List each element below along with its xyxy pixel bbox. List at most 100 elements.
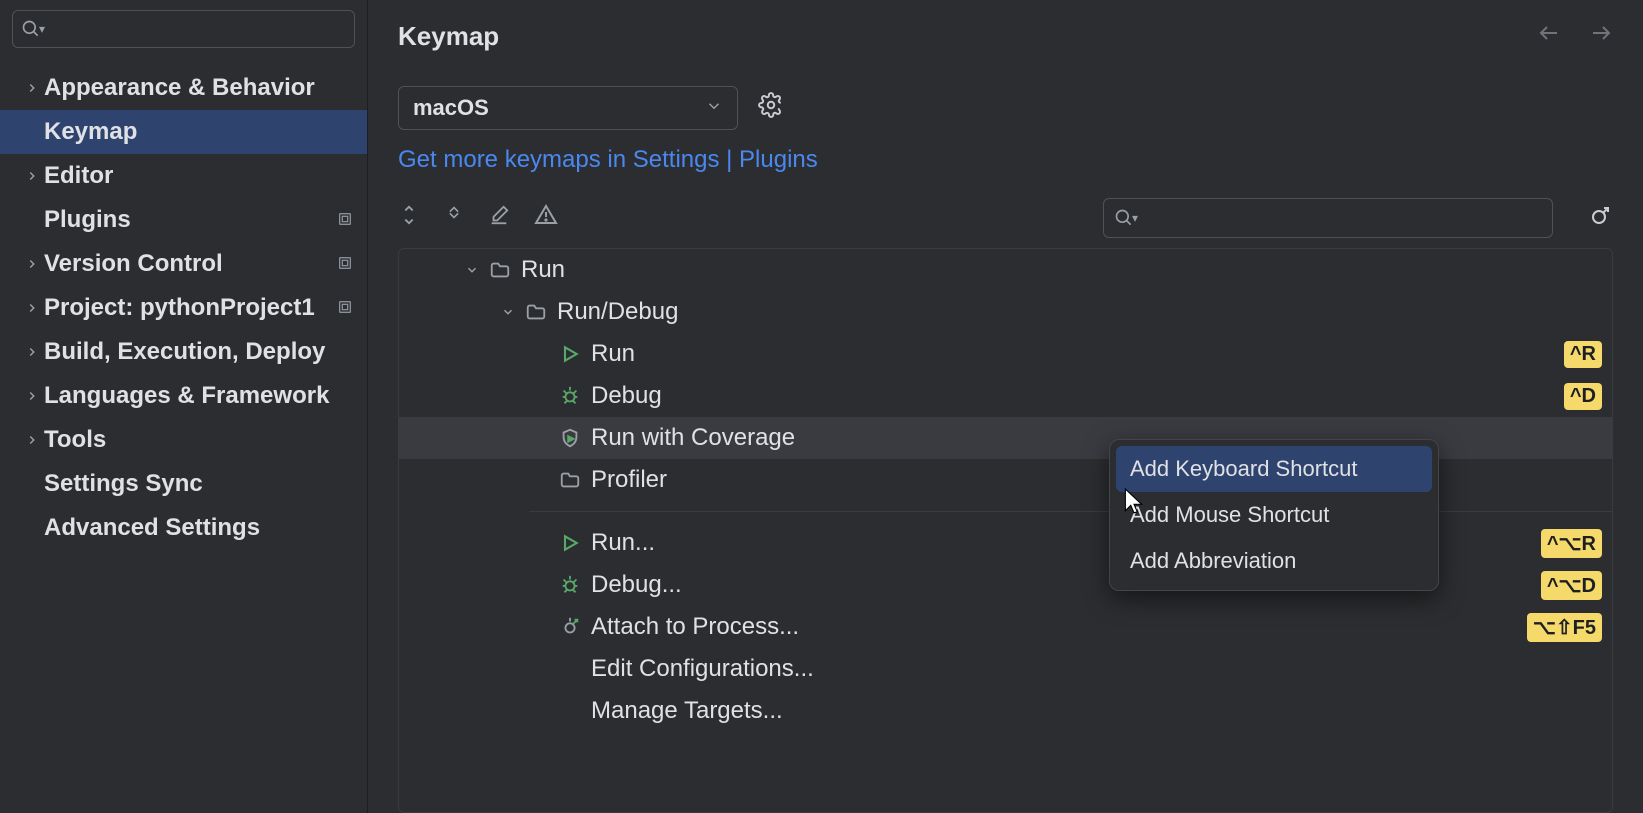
chevron-right-icon [20, 301, 44, 315]
chevron-down-icon [495, 305, 521, 319]
dropdown-caret-icon: ▾ [39, 22, 45, 36]
sidebar-item-settings-sync[interactable]: Settings Sync [0, 462, 367, 506]
sidebar-search-input[interactable] [51, 18, 346, 41]
main-panel: Keymap macOS Get more keymaps in Setting… [368, 0, 1643, 813]
action-row-debug[interactable]: Debug^D [399, 375, 1612, 417]
sidebar-item-label: Tools [44, 426, 353, 454]
settings-header: Keymap [368, 0, 1643, 72]
sidebar-item-label: Advanced Settings [44, 514, 353, 542]
shortcut-badge: ⌥⇧F5 [1527, 613, 1602, 642]
action-row-run[interactable]: Run [399, 249, 1612, 291]
context-item-add-abbreviation[interactable]: Add Abbreviation [1116, 538, 1432, 584]
coverage-icon [555, 427, 585, 449]
page-title: Keymap [398, 21, 1537, 52]
chevron-right-icon [20, 433, 44, 447]
action-row-attach-to-process-[interactable]: Attach to Process...⌥⇧F5 [399, 606, 1612, 648]
chevron-right-icon [20, 345, 44, 359]
action-search[interactable]: ▾ [1103, 198, 1553, 238]
debug-icon [555, 574, 585, 596]
action-search-input[interactable] [1144, 207, 1542, 230]
action-label: Profiler [585, 466, 1602, 494]
action-label: Attach to Process... [585, 613, 1527, 641]
run-icon [555, 344, 585, 364]
context-item-add-mouse-shortcut[interactable]: Add Mouse Shortcut [1116, 492, 1432, 538]
chevron-right-icon [20, 169, 44, 183]
search-icon [21, 19, 41, 39]
sidebar-item-advanced-settings[interactable]: Advanced Settings [0, 506, 367, 550]
project-scope-icon [337, 294, 353, 322]
sidebar-item-label: Editor [44, 162, 353, 190]
sidebar-item-appearance-behavior[interactable]: Appearance & Behavior [0, 66, 367, 110]
chevron-down-icon [705, 95, 723, 121]
action-label: Edit Configurations... [585, 655, 1602, 683]
action-row-run[interactable]: Run^R [399, 333, 1612, 375]
divider [529, 511, 1612, 512]
sidebar-item-project-pythonproject1[interactable]: Project: pythonProject1 [0, 286, 367, 330]
sidebar-item-label: Version Control [44, 250, 331, 278]
chevron-right-icon [20, 81, 44, 95]
action-label: Run with Coverage [585, 424, 1602, 452]
forward-button[interactable] [1589, 21, 1613, 51]
sidebar-item-label: Languages & Framework [44, 382, 353, 410]
sidebar-item-plugins[interactable]: Plugins [0, 198, 367, 242]
run-icon [555, 533, 585, 553]
action-label: Run [585, 340, 1564, 368]
action-row-edit-configurations-[interactable]: Edit Configurations... [399, 648, 1612, 690]
action-row-manage-targets-[interactable]: Manage Targets... [399, 690, 1612, 732]
expand-collapse-button[interactable] [398, 204, 420, 232]
find-by-shortcut-button[interactable] [1589, 203, 1613, 233]
sidebar-tree: Appearance & Behavior Keymap Editor Plugins… [0, 58, 367, 813]
sidebar-item-label: Project: pythonProject1 [44, 294, 331, 322]
sidebar-item-label: Build, Execution, Deploy [44, 338, 353, 366]
sidebar-item-label: Plugins [44, 206, 331, 234]
folder-open-icon [521, 301, 551, 323]
keymap-toolbar-icons [398, 203, 558, 233]
keymap-controls: macOS [368, 72, 1643, 140]
keymap-dropdown[interactable]: macOS [398, 86, 738, 130]
chevron-right-icon [20, 257, 44, 271]
action-label: Run/Debug [551, 298, 1602, 326]
keymap-link-row: Get more keymaps in Settings | Plugins [368, 140, 1643, 192]
keymap-dropdown-value: macOS [413, 95, 489, 121]
context-item-add-keyboard-shortcut[interactable]: Add Keyboard Shortcut [1116, 446, 1432, 492]
collapse-all-button[interactable] [444, 205, 464, 231]
project-scope-icon [337, 250, 353, 278]
search-icon [1114, 208, 1134, 228]
shortcut-badge: ^⌥D [1541, 571, 1602, 600]
gear-icon [758, 92, 784, 118]
chevron-down-icon [459, 263, 485, 277]
back-button[interactable] [1537, 21, 1561, 51]
action-row-run-debug[interactable]: Run/Debug [399, 291, 1612, 333]
folder-icon [555, 469, 585, 491]
sidebar-item-editor[interactable]: Editor [0, 154, 367, 198]
get-more-keymaps-link[interactable]: Get more keymaps in Settings | Plugins [398, 146, 818, 173]
nav-arrows [1537, 21, 1613, 51]
sidebar-item-build-execution-deploy[interactable]: Build, Execution, Deploy [0, 330, 367, 374]
keymap-settings-button[interactable] [758, 92, 784, 124]
action-tree: RunRun/DebugRun^RDebug^DRun with Coverag… [398, 248, 1613, 813]
edit-shortcut-button[interactable] [488, 204, 510, 232]
shortcut-badge: ^D [1564, 383, 1602, 410]
shortcut-badge: ^⌥R [1541, 529, 1602, 558]
sidebar-item-label: Keymap [44, 118, 353, 146]
project-scope-icon [337, 206, 353, 234]
sidebar-item-keymap[interactable]: Keymap [0, 110, 367, 154]
action-label: Run [515, 256, 1602, 284]
folder-open-icon [485, 259, 515, 281]
action-label: Manage Targets... [585, 697, 1602, 725]
sidebar-item-languages-framework[interactable]: Languages & Framework [0, 374, 367, 418]
sidebar-item-label: Appearance & Behavior [44, 74, 353, 102]
settings-sidebar: ▾ Appearance & Behavior Keymap Editor Plugi… [0, 0, 368, 813]
attach-icon [555, 616, 585, 638]
dropdown-caret-icon: ▾ [1132, 211, 1138, 225]
conflicts-button[interactable] [534, 203, 558, 233]
sidebar-item-label: Settings Sync [44, 470, 353, 498]
debug-icon [555, 385, 585, 407]
sidebar-search[interactable]: ▾ [12, 10, 355, 48]
keymap-toolbar: ▾ [368, 192, 1643, 248]
sidebar-item-tools[interactable]: Tools [0, 418, 367, 462]
shortcut-badge: ^R [1564, 341, 1602, 368]
action-label: Debug [585, 382, 1564, 410]
chevron-right-icon [20, 389, 44, 403]
sidebar-item-version-control[interactable]: Version Control [0, 242, 367, 286]
